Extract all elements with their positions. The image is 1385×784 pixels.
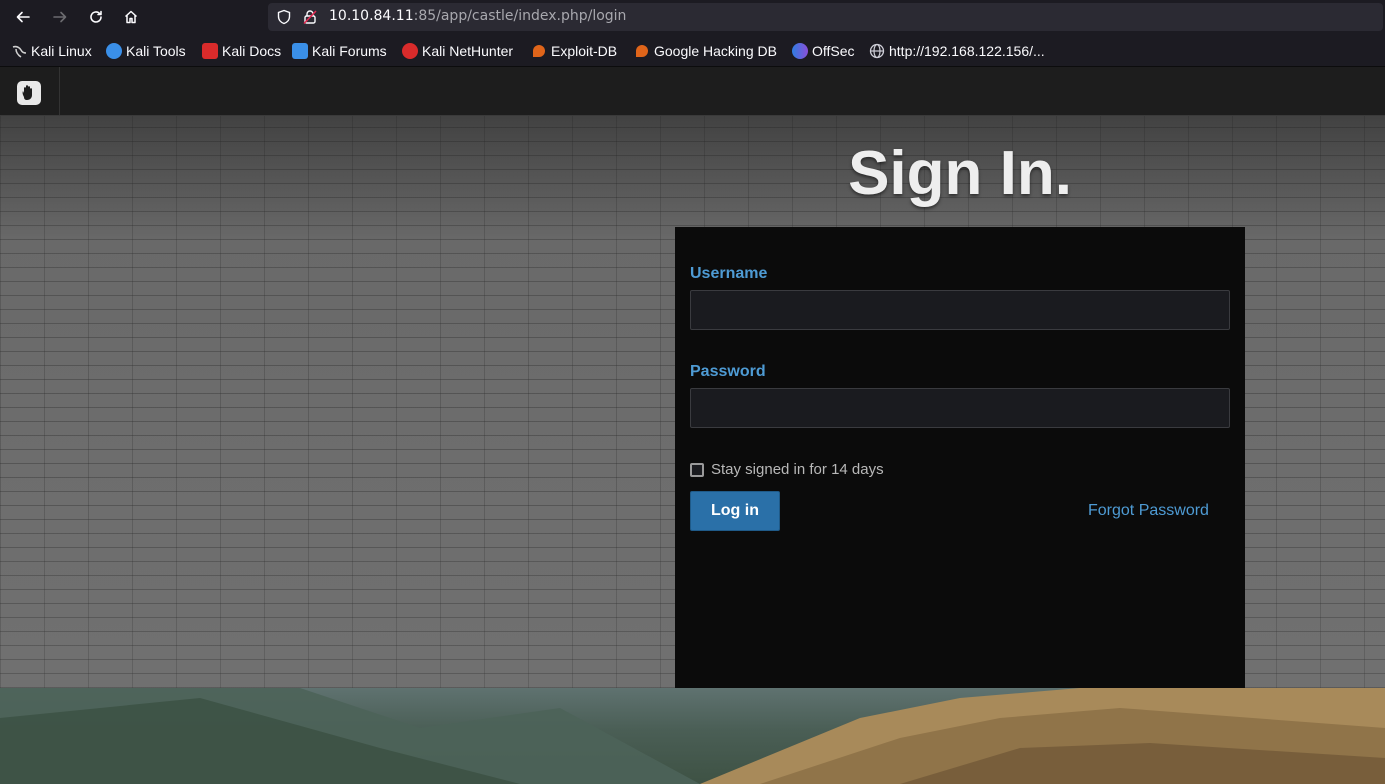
password-label: Password	[690, 363, 766, 380]
forgot-password-link[interactable]: Forgot Password	[1088, 502, 1209, 520]
hand-logo-icon[interactable]	[17, 81, 41, 105]
kali-tools-icon	[106, 43, 122, 59]
header-divider	[59, 67, 60, 115]
browser-navbar: 10.10.84.11:85/app/castle/index.php/logi…	[0, 0, 1385, 34]
bookmark-google-hacking-db[interactable]: Google Hacking DB	[634, 42, 777, 60]
bookmark-http-192[interactable]: http://192.168.122.156/...	[869, 42, 1045, 60]
bookmarks-toolbar: Kali Linux Kali Tools Kali Docs Kali For…	[0, 34, 1385, 67]
back-button[interactable]	[11, 5, 35, 29]
username-input[interactable]	[690, 290, 1230, 330]
arrow-right-icon	[53, 11, 67, 23]
reload-button[interactable]	[84, 5, 108, 29]
nethunter-icon	[402, 43, 418, 59]
home-icon	[124, 10, 138, 24]
bookmark-offsec[interactable]: OffSec	[792, 42, 855, 60]
bookmark-kali-forums[interactable]: Kali Forums	[292, 42, 387, 60]
login-panel: Username Password Stay signed in for 14 …	[675, 227, 1245, 688]
bookmark-label: Google Hacking DB	[654, 43, 777, 59]
kali-forums-icon	[292, 43, 308, 59]
bookmark-label: http://192.168.122.156/...	[889, 43, 1045, 59]
page-title: Sign In.	[848, 139, 1072, 208]
bookmark-label: Kali Forums	[312, 43, 387, 59]
bookmark-kali-nethunter[interactable]: Kali NetHunter	[402, 42, 513, 60]
bookmark-label: Exploit-DB	[551, 43, 618, 59]
remember-me-row[interactable]: Stay signed in for 14 days	[690, 461, 884, 478]
bookmark-label: Kali Tools	[126, 43, 186, 59]
kali-dragon-icon	[11, 43, 27, 59]
reload-icon	[90, 10, 102, 23]
remember-me-checkbox[interactable]	[690, 462, 704, 477]
password-input[interactable]	[690, 388, 1230, 428]
username-label: Username	[690, 265, 768, 282]
bookmark-label: Kali Docs	[222, 43, 282, 59]
home-button[interactable]	[119, 5, 143, 29]
url-host: 10.10.84.11	[329, 8, 414, 24]
bookmark-kali-linux[interactable]: Kali Linux	[11, 42, 92, 60]
offsec-icon	[792, 43, 808, 59]
mountain-background-image	[0, 688, 1385, 784]
bookmark-label: Kali Linux	[31, 43, 92, 59]
url-text[interactable]: 10.10.84.11:85/app/castle/index.php/logi…	[329, 8, 626, 24]
exploit-db-icon	[533, 45, 545, 57]
insecure-lock-icon[interactable]	[302, 9, 318, 25]
globe-icon	[869, 43, 885, 59]
kali-docs-icon	[202, 43, 218, 59]
bookmark-label: Kali NetHunter	[422, 43, 514, 59]
shield-icon[interactable]	[276, 9, 292, 25]
ghdb-icon	[636, 45, 648, 57]
forward-button[interactable]	[48, 5, 72, 29]
bookmark-label: OffSec	[812, 43, 855, 59]
bookmark-kali-docs[interactable]: Kali Docs	[202, 42, 281, 60]
remember-me-label[interactable]: Stay signed in for 14 days	[711, 461, 884, 478]
bookmark-kali-tools[interactable]: Kali Tools	[106, 42, 186, 60]
arrow-left-icon	[16, 11, 30, 23]
bookmark-exploit-db[interactable]: Exploit-DB	[531, 42, 617, 60]
url-bar[interactable]: 10.10.84.11:85/app/castle/index.php/logi…	[268, 3, 1383, 31]
app-header	[0, 67, 1385, 116]
login-button[interactable]: Log in	[690, 491, 780, 531]
url-path: :85/app/castle/index.php/login	[413, 8, 627, 24]
